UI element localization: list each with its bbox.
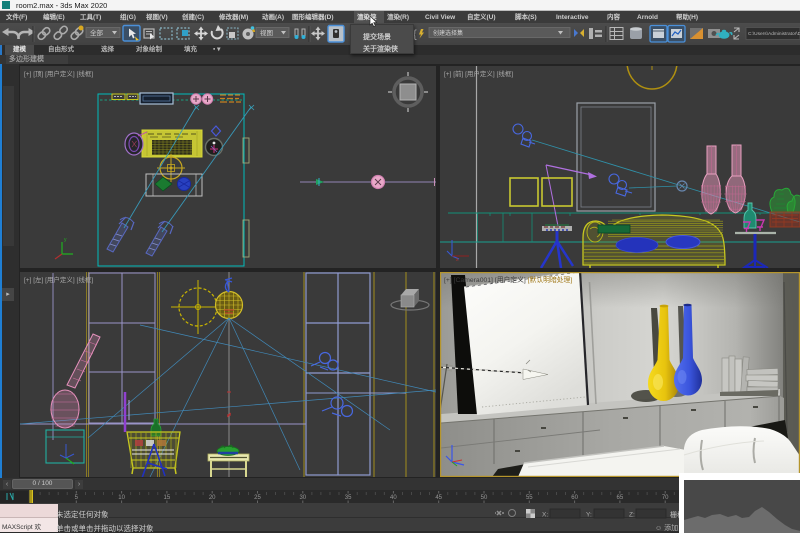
svg-text:视图: 视图: [260, 28, 273, 37]
svg-text:10: 10: [118, 495, 125, 501]
svg-text:30: 30: [299, 495, 306, 501]
svg-text:C:\Users\Administrator\Do: C:\Users\Administrator\Do: [748, 31, 800, 37]
svg-text:[+] [顶] [用户定义] [线框]: [+] [顶] [用户定义] [线框]: [24, 69, 93, 78]
svg-text:25: 25: [254, 495, 261, 501]
svg-text:40: 40: [390, 495, 397, 501]
svg-text:Z:: Z:: [629, 512, 635, 519]
svg-text:70: 70: [662, 495, 669, 501]
svg-text:50: 50: [481, 495, 488, 501]
svg-text:X:: X:: [542, 512, 548, 519]
svg-text:45: 45: [435, 495, 442, 501]
svg-text:[+] [左] [用户定义] [线框]: [+] [左] [用户定义] [线框]: [24, 275, 93, 284]
svg-text:35: 35: [345, 495, 352, 501]
svg-text:全部: 全部: [90, 28, 104, 37]
svg-text:创建选择集: 创建选择集: [433, 29, 463, 37]
svg-text:55: 55: [526, 495, 533, 501]
svg-text:[+] [前] [用户定义] [线框]: [+] [前] [用户定义] [线框]: [444, 69, 513, 78]
svg-text:[+] [Camera001] [用户定义] [默认明暗处理: [+] [Camera001] [用户定义] [默认明暗处理]: [444, 275, 572, 284]
svg-text:5: 5: [75, 495, 79, 501]
svg-text:15: 15: [164, 495, 171, 501]
svg-text:60: 60: [571, 495, 578, 501]
svg-text:65: 65: [617, 495, 624, 501]
svg-text:Y:: Y:: [586, 512, 592, 519]
svg-text:20: 20: [209, 495, 216, 501]
